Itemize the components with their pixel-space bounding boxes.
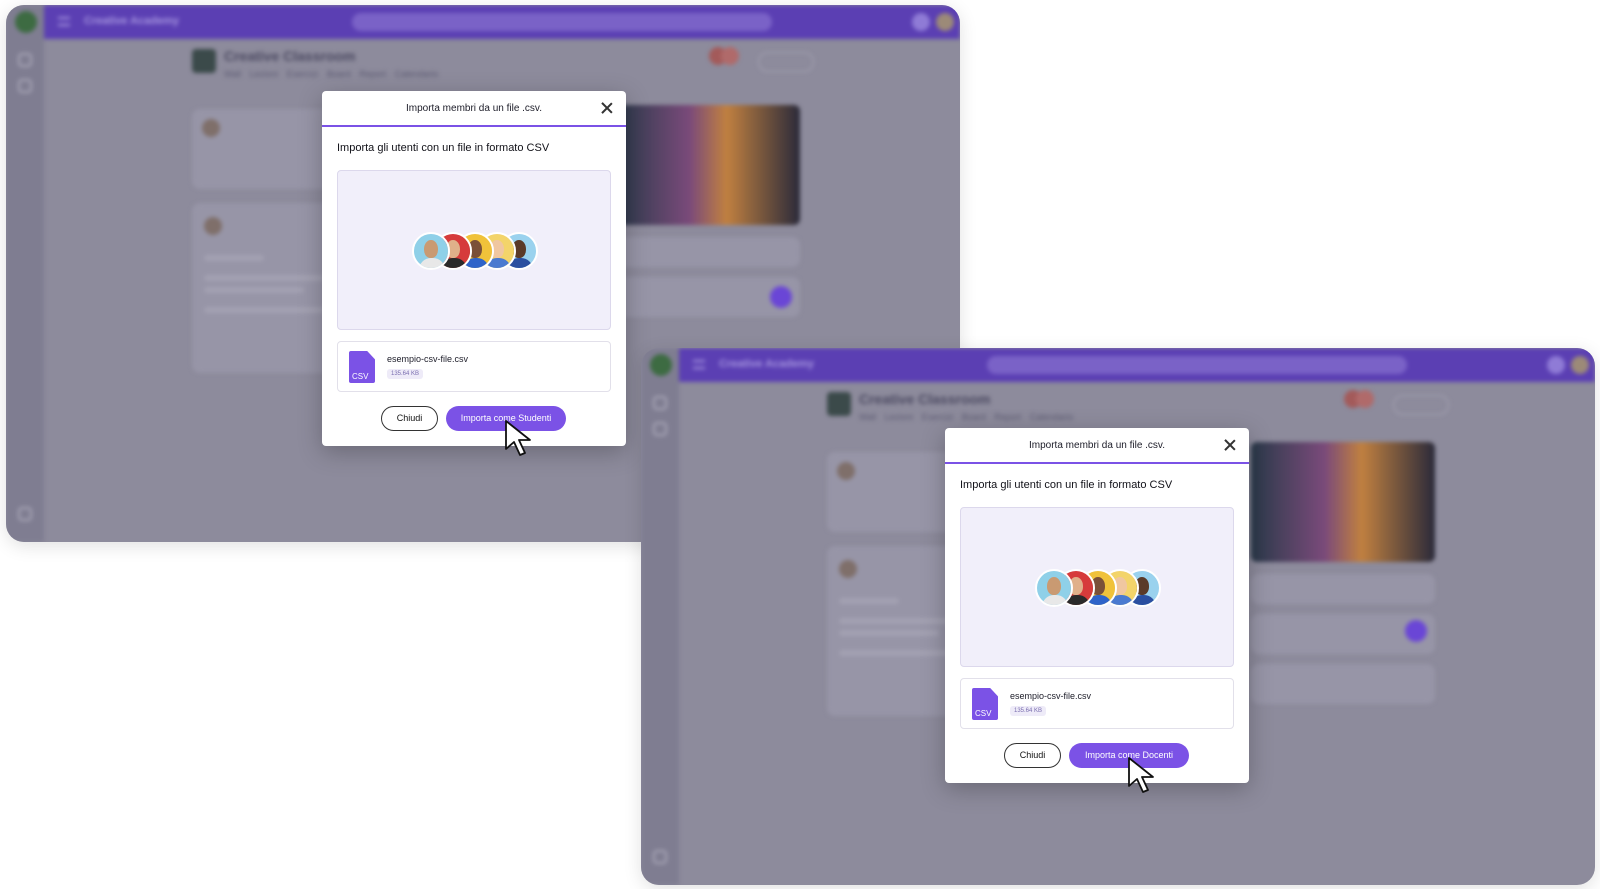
import-csv-dialog: Importa membri da un file .csv. Importa … — [945, 428, 1249, 793]
avatar — [1571, 356, 1589, 374]
dialog-title: Importa membri da un file .csv. — [1029, 440, 1165, 451]
dialog-header: Importa membri da un file .csv. — [322, 91, 626, 127]
upload-dropzone[interactable] — [337, 170, 611, 330]
chat-icon — [18, 79, 32, 93]
avatar — [204, 217, 222, 235]
search-input — [352, 13, 772, 31]
file-size-badge: 135.64 KB — [1010, 706, 1047, 716]
add-button — [770, 286, 792, 308]
file-type-label: CSV — [975, 709, 992, 718]
dialog-header: Importa membri da un file .csv. — [945, 428, 1249, 464]
csv-file-icon: CSV — [349, 351, 375, 383]
topbar: Creative Academy — [44, 5, 960, 39]
text-line — [204, 307, 324, 313]
text-line — [839, 650, 959, 656]
member-avatars — [709, 47, 745, 65]
course-cover-image — [616, 105, 800, 225]
avatar-group — [1035, 569, 1163, 607]
avatar-group — [412, 232, 540, 270]
close-icon[interactable] — [600, 101, 614, 115]
avatar — [837, 462, 855, 480]
course-tabs: Wall Lezioni Esercizi Board Report Calen… — [224, 69, 439, 79]
dialog-subtitle: Importa gli utenti con un file in format… — [337, 142, 550, 154]
notification-icon — [1547, 356, 1565, 374]
chat-icon — [653, 422, 667, 436]
home-icon — [18, 53, 32, 67]
app-logo — [650, 354, 672, 376]
upload-dropzone[interactable] — [960, 507, 1234, 667]
avatar — [936, 13, 954, 31]
member-avatars — [1344, 390, 1380, 408]
file-name: esempio-csv-file.csv — [387, 354, 469, 364]
avatar — [839, 560, 857, 578]
uploaded-file: CSV esempio-csv-file.csv 135.64 KB — [960, 678, 1234, 729]
file-type-label: CSV — [352, 372, 369, 381]
settings-icon — [18, 507, 32, 521]
app-logo — [15, 11, 37, 33]
uploaded-file: CSV esempio-csv-file.csv 135.64 KB — [337, 341, 611, 392]
dialog-title: Importa membri da un file .csv. — [406, 103, 542, 114]
add-button — [1405, 620, 1427, 642]
file-size-badge: 135.64 KB — [387, 369, 424, 379]
text-line — [839, 598, 899, 604]
settings-icon — [653, 850, 667, 864]
dialog-subtitle: Importa gli utenti con un file in format… — [960, 479, 1173, 491]
text-line — [204, 255, 264, 261]
text-line — [204, 275, 324, 281]
csv-file-icon: CSV — [972, 688, 998, 720]
sidebar — [6, 5, 44, 542]
course-tabs: Wall Lezioni Esercizi Board Report Calen… — [859, 412, 1074, 422]
sidebar — [641, 348, 679, 885]
brand-name: Creative Academy — [84, 15, 179, 27]
close-icon[interactable] — [1223, 438, 1237, 452]
close-button[interactable]: Chiudi — [381, 406, 438, 431]
import-csv-dialog: Importa membri da un file .csv. Importa … — [322, 91, 626, 456]
course-title: Creative Classroom — [224, 48, 356, 64]
invite-button — [1393, 395, 1449, 415]
close-button[interactable]: Chiudi — [1004, 743, 1061, 768]
notification-icon — [912, 13, 930, 31]
cursor-pointer-icon — [1128, 757, 1154, 793]
avatar — [202, 119, 220, 137]
brand-name: Creative Academy — [719, 358, 814, 370]
search-input — [987, 356, 1407, 374]
course-image — [192, 49, 216, 73]
course-cover-image — [1251, 442, 1435, 562]
course-image — [827, 392, 851, 416]
info-card — [1251, 574, 1435, 604]
invite-button — [758, 52, 814, 72]
avatar — [1035, 569, 1073, 607]
cursor-pointer-icon — [505, 420, 531, 456]
topbar: Creative Academy — [679, 348, 1595, 382]
screenshot-teachers: Creative Academy Creative Classroom Wall… — [641, 348, 1595, 885]
menu-icon — [693, 360, 705, 369]
text-line — [204, 287, 304, 293]
home-icon — [653, 396, 667, 410]
text-line — [839, 618, 959, 624]
course-title: Creative Classroom — [859, 391, 991, 407]
info-card — [616, 237, 800, 267]
avatar — [412, 232, 450, 270]
info-card — [1251, 664, 1435, 704]
file-name: esempio-csv-file.csv — [1010, 691, 1092, 701]
text-line — [839, 630, 939, 636]
menu-icon — [58, 17, 70, 26]
